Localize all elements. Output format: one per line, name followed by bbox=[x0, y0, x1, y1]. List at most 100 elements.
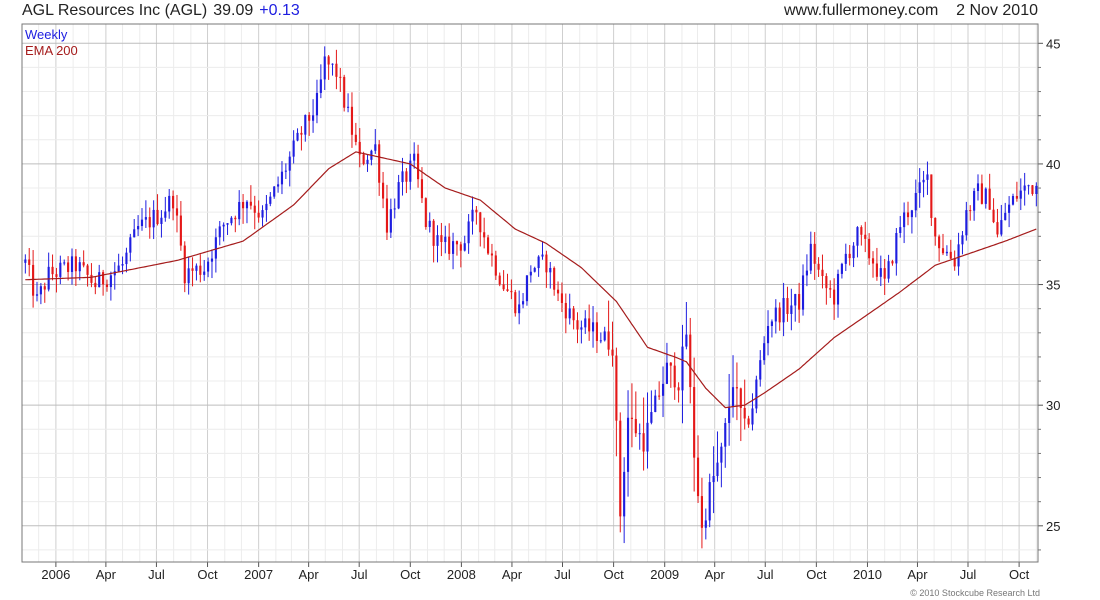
candle-down bbox=[448, 236, 451, 254]
candle-down bbox=[871, 258, 875, 264]
candle-up bbox=[70, 256, 74, 272]
candle-down bbox=[249, 201, 252, 206]
legend-ema: EMA 200 bbox=[25, 43, 78, 58]
candle-up bbox=[428, 220, 431, 228]
candle-down bbox=[864, 234, 867, 239]
candle-down bbox=[105, 284, 109, 288]
candle-up bbox=[238, 201, 241, 220]
candle-up bbox=[856, 227, 859, 246]
x-tick-label: Jul bbox=[960, 567, 977, 582]
candle-up bbox=[751, 408, 754, 425]
candle-down bbox=[327, 56, 330, 65]
candle-up bbox=[63, 262, 66, 264]
candle-up bbox=[436, 235, 439, 246]
candle-down bbox=[416, 153, 420, 180]
candle-up bbox=[35, 294, 39, 296]
candle-up bbox=[47, 266, 50, 290]
candle-down bbox=[179, 215, 182, 246]
candle-up bbox=[945, 251, 948, 254]
candle-down bbox=[424, 198, 427, 228]
candle-up bbox=[518, 304, 521, 314]
candle-up bbox=[168, 195, 171, 212]
candle-up bbox=[836, 273, 840, 305]
candle-up bbox=[133, 229, 136, 238]
x-axis: 2006 Apr Jul Oct 2007 Apr Jul Oct 2008 Apr Jul Oct 2… bbox=[41, 562, 1030, 582]
candle-down bbox=[930, 174, 933, 218]
candle-up bbox=[245, 201, 249, 209]
candle-up bbox=[1011, 195, 1015, 205]
candle-down bbox=[833, 289, 836, 305]
candle-down bbox=[642, 433, 645, 452]
candle-up bbox=[144, 217, 147, 220]
candle-down bbox=[257, 212, 260, 218]
candle-down bbox=[817, 263, 820, 270]
candle-up bbox=[525, 275, 529, 302]
candle-up bbox=[413, 153, 416, 161]
legend-weekly: Weekly bbox=[25, 27, 68, 42]
x-tick-label: 2010 bbox=[853, 567, 882, 582]
x-tick-label: Jul bbox=[554, 567, 571, 582]
candle-up bbox=[603, 331, 606, 341]
candle-down bbox=[175, 208, 179, 216]
candle-down bbox=[354, 134, 357, 142]
candle-down bbox=[486, 237, 490, 254]
candle-down bbox=[693, 387, 696, 458]
candle-up bbox=[887, 261, 890, 279]
candle-down bbox=[576, 320, 579, 330]
candle-up bbox=[708, 482, 711, 521]
candle-down bbox=[934, 217, 937, 237]
x-tick-label: 2008 bbox=[447, 567, 476, 582]
candle-up bbox=[366, 159, 369, 164]
candle-down bbox=[778, 307, 781, 323]
candle-down bbox=[786, 298, 789, 314]
candle-down bbox=[634, 418, 637, 434]
candle-up bbox=[296, 132, 299, 141]
candle-up bbox=[899, 227, 902, 233]
candle-up bbox=[720, 446, 723, 463]
candle-up bbox=[137, 226, 140, 230]
candle-down bbox=[191, 268, 194, 271]
candle-up bbox=[218, 226, 221, 238]
candle-up bbox=[903, 212, 906, 228]
candle-up bbox=[650, 412, 653, 423]
candle-down bbox=[619, 420, 622, 517]
candle-down bbox=[432, 220, 435, 246]
candle-up bbox=[704, 520, 707, 528]
candle-up bbox=[716, 462, 719, 477]
candle-up bbox=[623, 471, 626, 517]
candle-up bbox=[261, 210, 264, 218]
candle-down bbox=[572, 308, 575, 321]
candle-down bbox=[689, 334, 692, 388]
candle-down bbox=[405, 171, 408, 182]
candle-up bbox=[961, 235, 964, 245]
candle-down bbox=[848, 253, 851, 259]
candle-up bbox=[389, 209, 392, 233]
candle-down bbox=[242, 201, 245, 209]
candle-down bbox=[102, 272, 105, 285]
candle-up bbox=[731, 387, 735, 408]
candle-up bbox=[774, 307, 777, 322]
candle-up bbox=[187, 268, 190, 284]
candle-down bbox=[385, 198, 389, 233]
candle-up bbox=[277, 184, 280, 187]
candle-down bbox=[86, 265, 89, 275]
candle-up bbox=[207, 261, 210, 272]
candle-up bbox=[323, 56, 326, 80]
candle-down bbox=[506, 289, 509, 291]
candle-up bbox=[766, 326, 770, 344]
candle-down bbox=[735, 387, 738, 389]
candle-up bbox=[78, 262, 81, 272]
candle-up bbox=[140, 219, 144, 227]
candle-up bbox=[160, 217, 163, 224]
candle-up bbox=[910, 210, 913, 218]
candle-up bbox=[444, 236, 447, 243]
y-tick-label: 30 bbox=[1046, 398, 1060, 413]
candle-down bbox=[669, 362, 672, 366]
x-tick-label: Oct bbox=[603, 567, 624, 582]
candle-down bbox=[148, 217, 151, 228]
copyright-note: © 2010 Stockcube Research Ltd bbox=[910, 588, 1040, 598]
price-chart: 25 30 35 40 45 2006 Apr Jul Oct 2007 Apr Jul Oct 2008… bbox=[21, 23, 1060, 582]
candle-down bbox=[339, 76, 342, 78]
candle-up bbox=[1019, 190, 1022, 199]
candle-down bbox=[747, 418, 750, 425]
